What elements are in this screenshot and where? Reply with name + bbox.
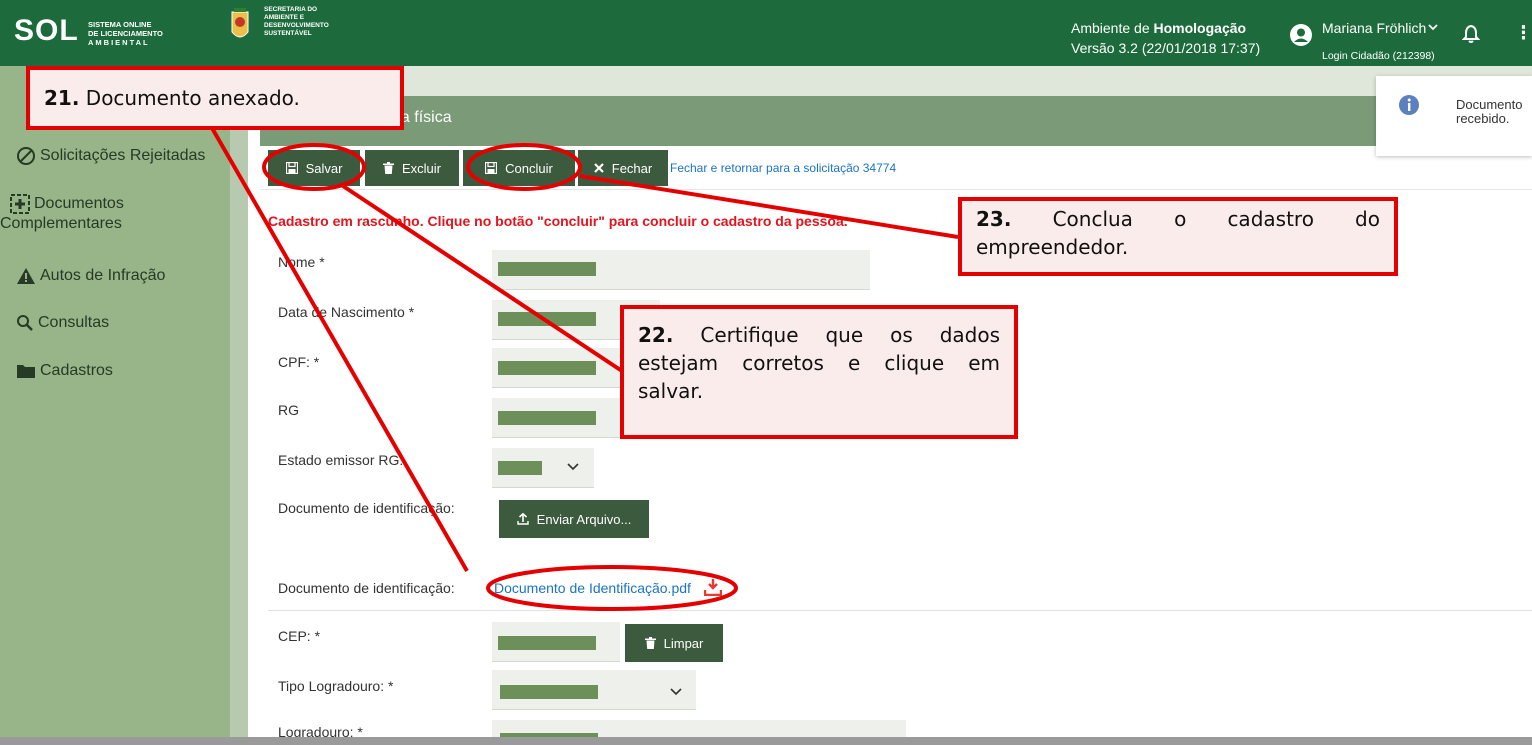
redacted-value <box>500 685 598 699</box>
annotation-callout-23: 23. Conclua o cadastro do empreendedor. <box>958 197 1398 276</box>
clear-label: Limpar <box>663 635 704 651</box>
apps-icon[interactable]: ⁝ <box>1520 20 1527 46</box>
secretaria-line3: DESENVOLVIMENTO <box>264 22 329 29</box>
environment-info: Ambiente de Homologação Versão 3.2 (22/0… <box>1071 18 1260 58</box>
close-label: Fechar <box>611 160 653 176</box>
callout-21-text: Documento anexado. <box>79 86 300 110</box>
id-doc-label-2: Documento de identificação: <box>278 580 455 596</box>
download-icon[interactable] <box>704 578 722 596</box>
app-header: SOL SISTEMA ONLINE DE LICENCIAMENTO AMBI… <box>0 0 1532 66</box>
sidebar-item-label: Autos de Infração <box>40 267 166 285</box>
redacted-value <box>498 461 542 475</box>
secretaria-line2: AMBIENTE E <box>264 14 305 21</box>
logo-sub-line1: SISTEMA ONLINE <box>88 20 152 29</box>
redacted-value <box>498 312 596 326</box>
conclude-button[interactable]: Concluir <box>463 150 575 186</box>
toast-line1: Documento <box>1456 97 1523 112</box>
delete-button[interactable]: Excluir <box>365 150 459 186</box>
plus-box-icon <box>10 194 30 214</box>
annotation-callout-21: 21. Documento anexado. <box>26 66 404 130</box>
breadcrumb-strip <box>248 66 1532 96</box>
sidebar-border <box>230 66 248 745</box>
secretaria-label: SECRETARIA DO AMBIENTE E DESENVOLVIMENTO… <box>264 6 329 38</box>
redacted-value <box>498 361 596 375</box>
callout-22-number: 22. <box>638 323 674 347</box>
logo-sub-line2: DE LICENCIAMENTO <box>88 29 163 38</box>
floppy-disk-icon <box>285 162 298 174</box>
floppy-disk-icon <box>485 162 498 174</box>
callout-21-number: 21. <box>44 86 80 110</box>
circle-slash-icon <box>17 147 35 165</box>
search-icon <box>17 315 33 331</box>
callout-23-text: Conclua o cadastro do empreendedor. <box>976 207 1380 259</box>
warning-icon <box>17 268 35 284</box>
logo-sub-line3: AMBIENTAL <box>88 38 150 47</box>
sol-logo-word: SOL <box>14 14 79 47</box>
toast-message: Documento recebido. <box>1456 98 1522 126</box>
close-icon <box>593 163 604 173</box>
back-to-request-link[interactable]: Fechar e retornar para a solicitação 347… <box>670 161 896 175</box>
sidebar-item-label: Consultas <box>38 314 110 332</box>
street-type-label: Tipo Logradouro: * <box>278 678 394 694</box>
redacted-value <box>498 262 596 276</box>
rg-state-label: Estado emissor RG: <box>278 452 404 468</box>
cep-label: CEP: * <box>278 628 321 644</box>
user-login-label: Login Cidadão (212398) <box>1322 50 1435 62</box>
rg-label: RG <box>278 402 299 418</box>
trash-icon <box>644 637 656 649</box>
toast-line2: recebido. <box>1456 111 1510 126</box>
sidebar-item-label: Cadastros <box>40 362 113 379</box>
sol-logo[interactable]: SOL SISTEMA ONLINE DE LICENCIAMENTO AMBI… <box>14 10 214 50</box>
redacted-value <box>498 411 596 425</box>
upload-icon <box>516 513 529 525</box>
delete-label: Excluir <box>401 160 441 176</box>
sidebar-item-label: Solicitações Rejeitadas <box>40 147 206 165</box>
coat-of-arms-icon <box>231 8 249 38</box>
clear-button[interactable]: Limpar <box>625 624 723 662</box>
sol-logo-subtitle: SISTEMA ONLINE DE LICENCIAMENTO AMBIENTA… <box>88 20 163 47</box>
attached-document-link[interactable]: Documento de Identificação.pdf <box>494 580 691 596</box>
folder-icon <box>17 364 35 378</box>
section-divider <box>268 610 1532 611</box>
chevron-down-icon <box>567 463 579 471</box>
version-label: Versão 3.2 (22/01/2018 17:37) <box>1071 40 1261 56</box>
name-label: Nome * <box>278 254 325 270</box>
conclude-label: Concluir <box>505 160 553 176</box>
callout-23-number: 23. <box>976 207 1012 231</box>
trash-icon <box>382 162 394 174</box>
id-doc-label: Documento de identificação: <box>278 500 455 516</box>
save-label: Salvar <box>305 160 343 176</box>
env-name: Homologação <box>1153 20 1247 36</box>
sidebar-item-label-2: Complementares <box>0 215 122 233</box>
save-button[interactable]: Salvar <box>268 150 360 186</box>
env-prefix: Ambiente de <box>1071 20 1154 36</box>
info-icon <box>1399 95 1419 115</box>
cpf-label: CPF: * <box>278 354 320 370</box>
secretaria-line1: SECRETARIA DO <box>264 6 318 13</box>
redacted-value <box>498 636 596 650</box>
sidebar-item-registers[interactable]: Cadastros <box>16 362 113 380</box>
chevron-down-icon <box>670 688 682 696</box>
user-avatar-icon[interactable] <box>1290 24 1312 46</box>
draft-message: Cadastro em rascunho. Clique no botão "c… <box>268 213 848 229</box>
sidebar-item-documents[interactable]: Documentos Complementares <box>0 194 124 234</box>
sidebar-item-rejected[interactable]: Solicitações Rejeitadas <box>16 146 205 166</box>
user-menu[interactable]: Mariana Fröhlich <box>1322 20 1426 36</box>
secretaria-line4: SUSTENTÁVEL <box>264 30 312 37</box>
chevron-down-icon[interactable] <box>1428 22 1438 32</box>
sidebar-item-infractions[interactable]: Autos de Infração <box>16 267 165 285</box>
sidebar-item-label: Documentos <box>34 195 124 213</box>
annotation-callout-22: 22. Certifique que os dados estejam corr… <box>620 305 1018 439</box>
birthdate-label: Data de Nascimento * <box>278 304 415 320</box>
sidebar-item-queries[interactable]: Consultas <box>16 314 109 332</box>
bell-icon[interactable] <box>1462 24 1480 44</box>
upload-label: Enviar Arquivo... <box>536 511 632 527</box>
close-button[interactable]: Fechar <box>578 150 668 186</box>
window-bottom-edge <box>0 737 1532 745</box>
upload-file-button[interactable]: Enviar Arquivo... <box>499 500 649 538</box>
sidebar <box>0 66 230 745</box>
callout-22-text: Certifique que os dados estejam corretos… <box>638 323 1000 403</box>
